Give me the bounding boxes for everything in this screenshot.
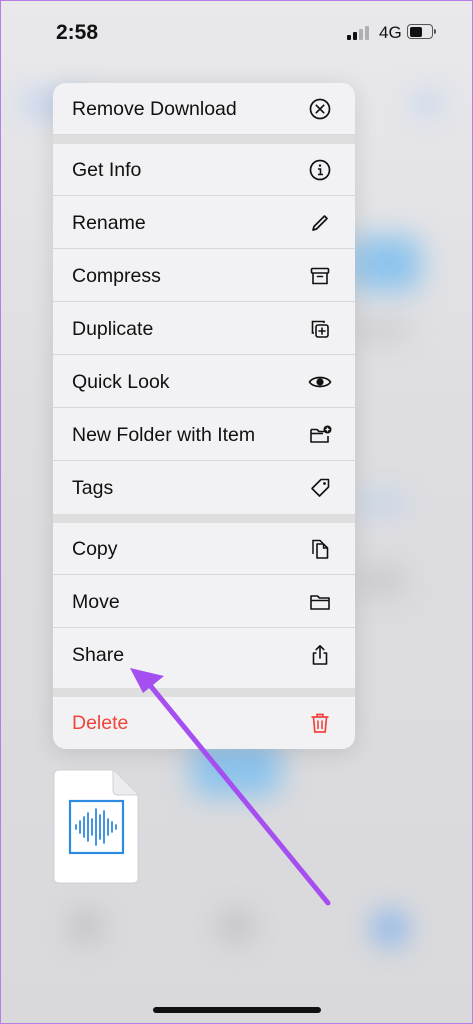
home-indicator[interactable] [153, 1007, 321, 1013]
folder-icon [310, 595, 330, 610]
x-circle-icon [309, 98, 331, 120]
menu-item-get-info[interactable]: Get Info [53, 144, 355, 196]
menu-item-label: Copy [72, 538, 118, 560]
menu-item-delete[interactable]: Delete [53, 697, 355, 749]
battery-icon [407, 24, 436, 39]
menu-item-label: Tags [72, 477, 114, 499]
menu-item-compress[interactable]: Compress [53, 250, 355, 302]
status-time: 2:58 [56, 21, 99, 44]
menu-item-label: Remove Download [72, 98, 237, 120]
menu-item-label: Delete [72, 712, 129, 734]
menu-item-label: Compress [72, 265, 161, 287]
menu-item-label: Duplicate [72, 318, 154, 340]
menu-item-new-folder-with-item[interactable]: New Folder with Item [53, 409, 355, 461]
menu-separator [53, 135, 355, 144]
share-icon [312, 645, 328, 665]
menu-item-rename[interactable]: Rename [53, 197, 355, 249]
menu-item-tags[interactable]: Tags [53, 462, 355, 514]
duplicate-plus-icon [311, 320, 329, 338]
trash-icon [311, 713, 329, 733]
archive-box-icon [310, 267, 330, 285]
context-menu: Remove Download Get Info Rename Compress [53, 83, 355, 749]
menu-item-label: Rename [72, 212, 146, 234]
network-type: 4G [379, 23, 402, 42]
status-bar: 2:58 4G [1, 1, 472, 63]
cellular-signal-icon [347, 26, 373, 40]
menu-item-remove-download[interactable]: Remove Download [53, 83, 355, 135]
menu-item-share[interactable]: Share [53, 629, 355, 681]
menu-item-label: Move [72, 591, 120, 613]
tag-icon [311, 478, 330, 497]
menu-separator [53, 688, 355, 697]
screen: 2:58 4G Remove Download Get Info Rename … [0, 0, 473, 1024]
menu-separator [53, 514, 355, 523]
menu-item-move[interactable]: Move [53, 576, 355, 628]
menu-item-duplicate[interactable]: Duplicate [53, 303, 355, 355]
menu-item-label: Get Info [72, 159, 142, 181]
folder-badge-plus-icon [310, 425, 332, 443]
menu-item-label: Quick Look [72, 371, 170, 393]
menu-item-copy[interactable]: Copy [53, 523, 355, 575]
eye-icon [308, 376, 332, 388]
menu-item-label: Share [72, 644, 125, 666]
copy-doc-icon [312, 539, 329, 559]
menu-item-quick-look[interactable]: Quick Look [53, 356, 355, 408]
pencil-icon [312, 215, 328, 231]
info-circle-icon [309, 159, 331, 181]
file-preview[interactable] [53, 769, 139, 884]
menu-item-label: New Folder with Item [72, 424, 256, 446]
